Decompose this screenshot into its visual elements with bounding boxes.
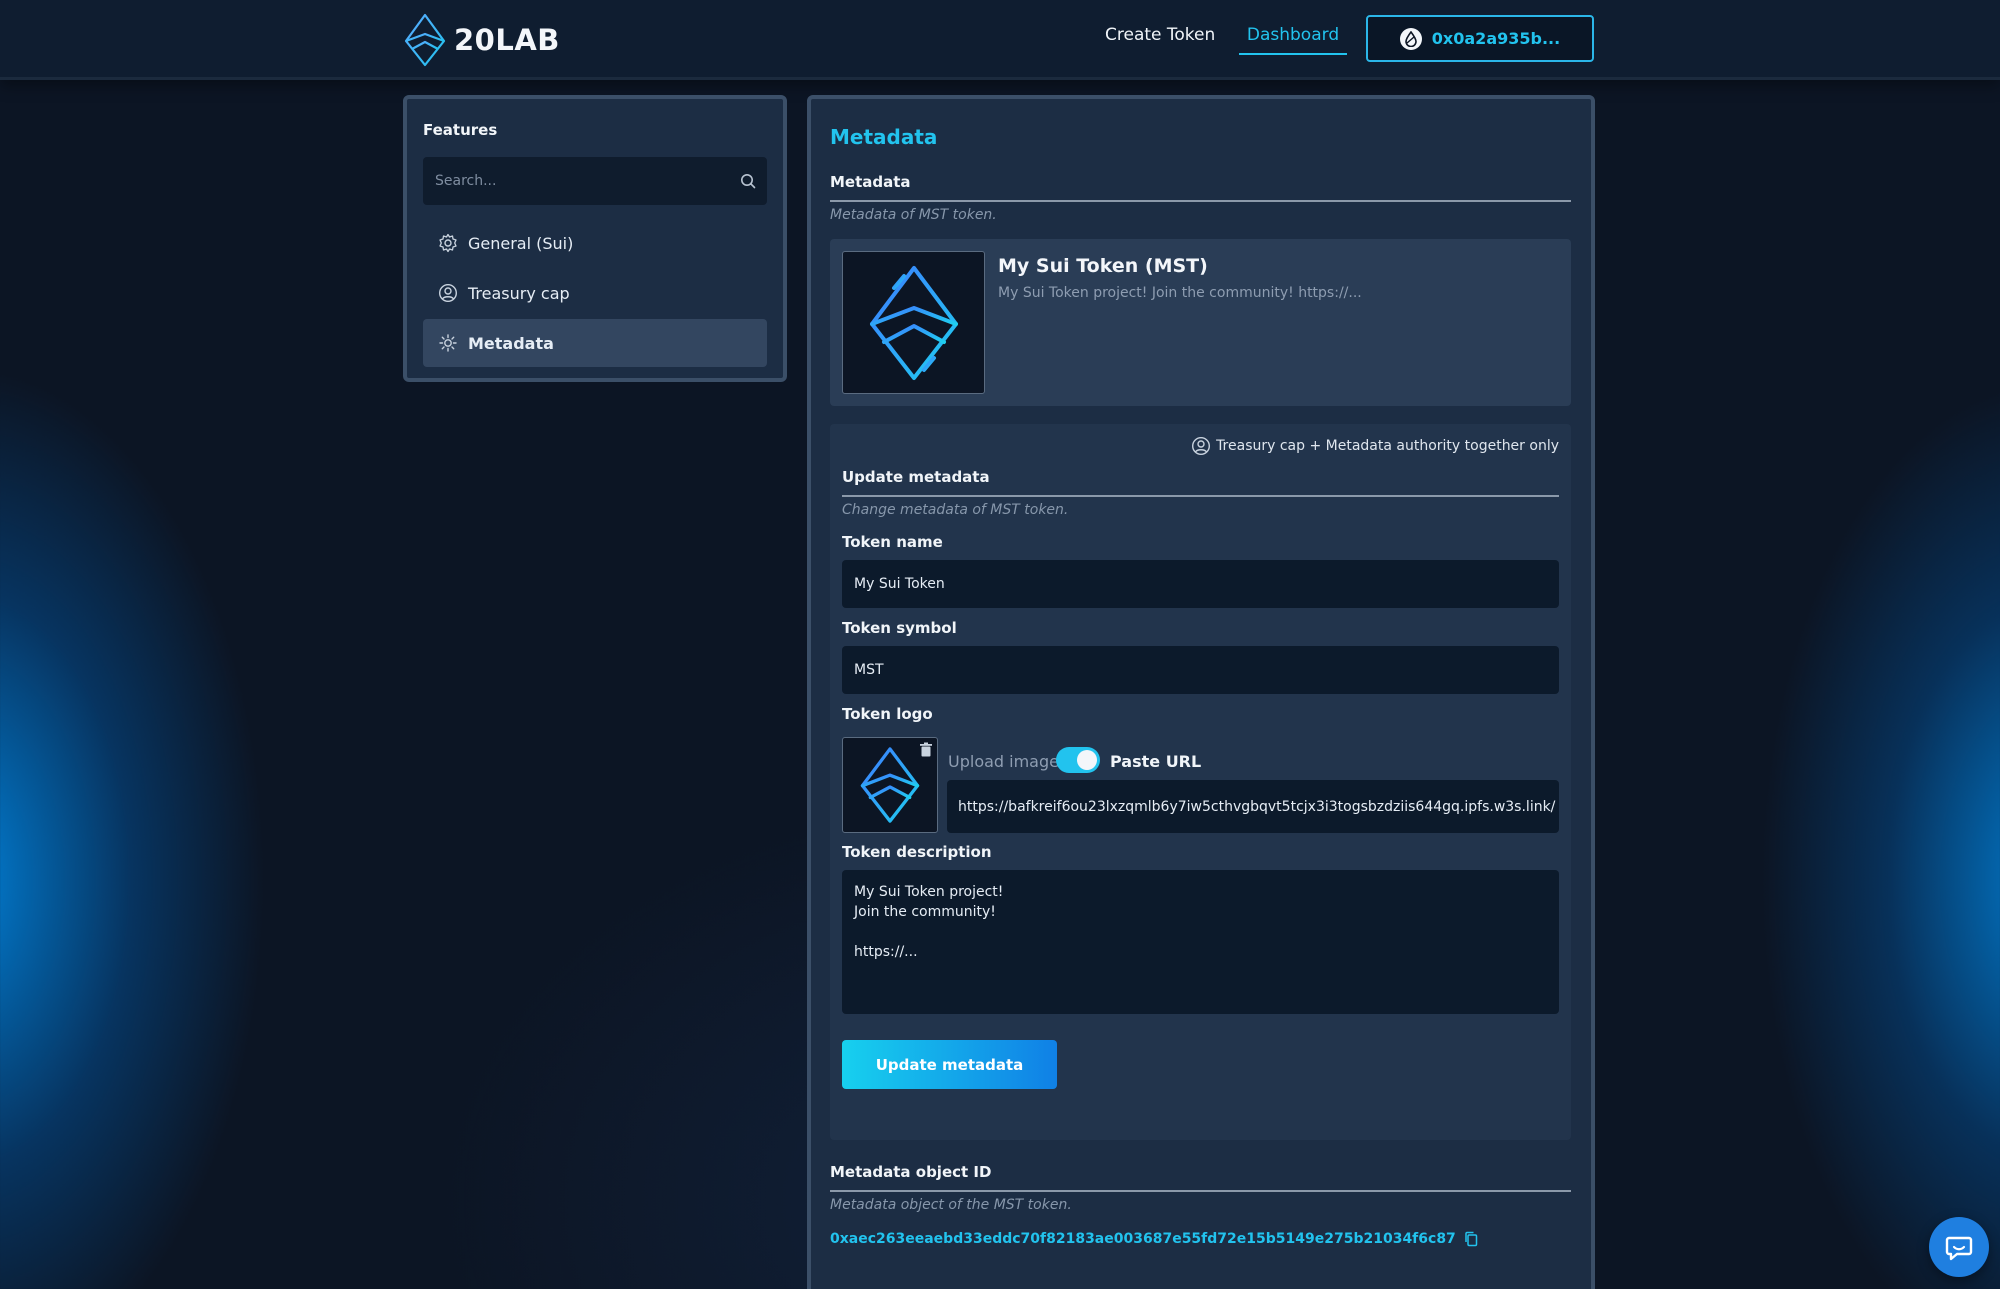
upload-image-option[interactable]: Upload image (948, 752, 1059, 771)
support-chat-button[interactable] (1929, 1217, 1989, 1277)
brand-name: 20LAB (454, 23, 560, 57)
nav-create-token[interactable]: Create Token (1105, 25, 1215, 45)
copy-icon[interactable] (1464, 1231, 1478, 1247)
diamond-logo-icon (404, 13, 446, 67)
token-diamond-icon (860, 747, 920, 823)
sui-drop-icon (1399, 27, 1422, 50)
sidebar-item-label: Treasury cap (468, 283, 570, 303)
sidebar-item-metadata[interactable]: Metadata (423, 319, 767, 367)
metadata-section-description: Metadata of MST token. (830, 207, 997, 223)
paste-url-option[interactable]: Paste URL (1110, 752, 1201, 771)
top-header: 20LAB Create Token Dashboard 0x0a2a935b.… (0, 0, 2000, 80)
token-description-textarea[interactable]: My Sui Token project! Join the community… (842, 870, 1559, 1014)
token-symbol-label: Token symbol (842, 619, 957, 637)
nav-dashboard[interactable]: Dashboard (1239, 25, 1347, 55)
token-logo-image (842, 251, 985, 394)
object-id-heading: Metadata object ID (830, 1163, 1571, 1192)
logo-url-input[interactable] (947, 780, 1559, 833)
metadata-settings-icon (439, 334, 457, 352)
update-metadata-form: Treasury cap + Metadata authority togeth… (830, 424, 1571, 1140)
sidebar-item-label: General (Sui) (468, 233, 574, 253)
metadata-object-id[interactable]: 0xaec263eeaebd33eddc70f82183ae003687e55f… (830, 1231, 1478, 1247)
token-logo-label: Token logo (842, 705, 933, 723)
search-input[interactable] (423, 157, 723, 205)
logo-source-toggle[interactable] (1056, 747, 1100, 773)
authority-note-text: Treasury cap + Metadata authority togeth… (1216, 438, 1559, 454)
sidebar-item-label: Metadata (468, 333, 554, 353)
user-circle-icon (1192, 436, 1211, 456)
brand-logo[interactable]: 20LAB (402, 12, 560, 68)
wallet-button[interactable]: 0x0a2a935b... (1366, 15, 1594, 62)
token-name-label: Token name (842, 533, 943, 551)
token-diamond-icon (869, 265, 958, 380)
feature-search (423, 157, 767, 205)
update-metadata-button[interactable]: Update metadata (842, 1040, 1057, 1089)
features-sidebar: Features General (Sui) Treasury cap Meta… (403, 95, 787, 382)
toggle-knob (1077, 750, 1097, 770)
chat-bubble-icon (1945, 1236, 1973, 1261)
object-id-value[interactable]: 0xaec263eeaebd33eddc70f82183ae003687e55f… (830, 1231, 1456, 1247)
sidebar-title: Features (423, 121, 498, 139)
object-id-description: Metadata object of the MST token. (830, 1197, 1072, 1213)
token-description-label: Token description (842, 843, 992, 861)
update-metadata-description: Change metadata of MST token. (842, 502, 1069, 518)
sidebar-item-treasury-cap[interactable]: Treasury cap (423, 269, 767, 317)
token-name-input[interactable] (842, 560, 1559, 608)
token-display-description: My Sui Token project! Join the community… (998, 285, 1362, 301)
trash-icon[interactable] (919, 742, 933, 758)
update-metadata-heading: Update metadata (842, 468, 1559, 497)
token-display-name: My Sui Token (MST) (998, 255, 1208, 277)
settings-icon (439, 233, 457, 253)
metadata-section-heading: Metadata (830, 173, 1571, 202)
sidebar-item-general[interactable]: General (Sui) (423, 219, 767, 267)
token-metadata-card: My Sui Token (MST) My Sui Token project!… (830, 239, 1571, 406)
authority-note: Treasury cap + Metadata authority togeth… (1191, 436, 1559, 456)
metadata-panel: Metadata Metadata Metadata of MST token. (807, 95, 1595, 1289)
token-symbol-input[interactable] (842, 646, 1559, 694)
wallet-address: 0x0a2a935b... (1431, 29, 1561, 48)
search-icon[interactable] (739, 172, 757, 190)
page-title: Metadata (830, 125, 938, 149)
token-logo-preview (842, 737, 938, 833)
user-circle-icon (438, 283, 458, 303)
